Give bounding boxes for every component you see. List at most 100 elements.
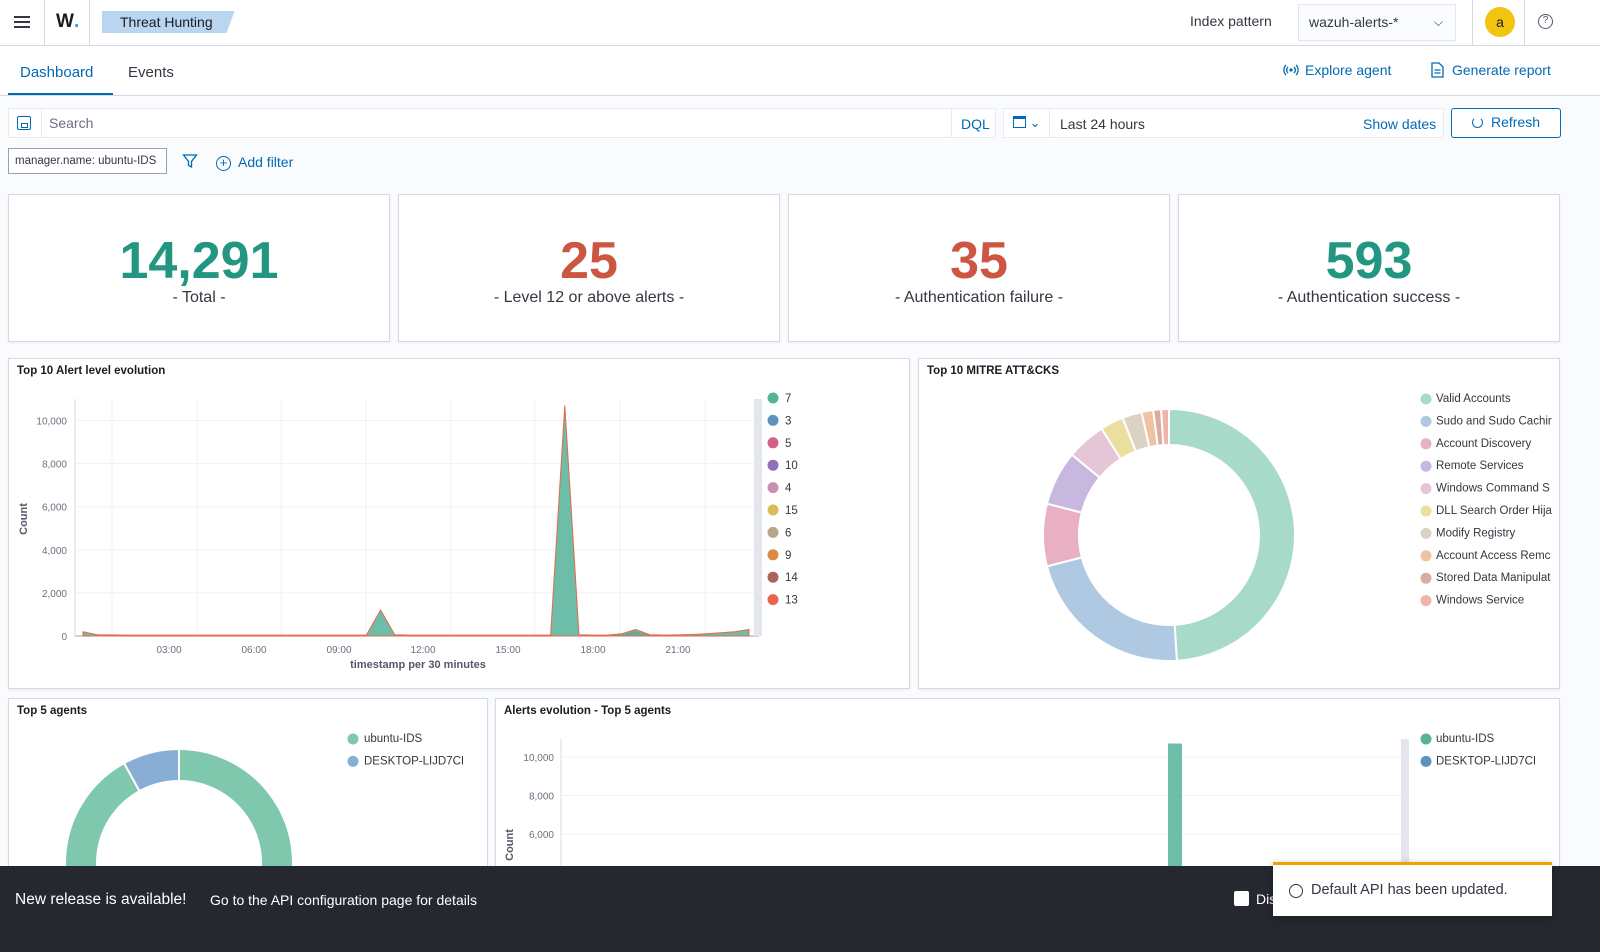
tabs-bar: Dashboard Events Explore agent Generate … xyxy=(0,46,1600,96)
show-dates-button[interactable]: Show dates xyxy=(1363,116,1436,132)
toast-notification[interactable]: Default API has been updated. xyxy=(1273,862,1552,916)
legend-swatch xyxy=(767,414,779,426)
plus-icon: + xyxy=(216,156,231,171)
legend-swatch xyxy=(767,571,779,583)
mitre-slice xyxy=(1042,502,1084,568)
active-tab-indicator xyxy=(8,93,113,95)
legend-label: DESKTOP-LIJD7CI xyxy=(1436,755,1536,767)
dismiss-checkbox[interactable] xyxy=(1234,891,1249,906)
quick-select-button[interactable]: ⌄ xyxy=(1004,109,1050,137)
mitre-panel: Top 10 MITRE ATT&CKS Valid Accounts Sudo … xyxy=(918,358,1560,689)
legend-label: ubuntu-IDS xyxy=(364,733,423,745)
scroll-track xyxy=(754,399,762,636)
search-input[interactable] xyxy=(49,109,949,137)
generate-report-button[interactable]: Generate report xyxy=(1431,62,1551,78)
metric-label: - Total - xyxy=(172,289,226,306)
legend-label: 5 xyxy=(785,438,791,450)
lifebuoy-icon xyxy=(1289,884,1303,898)
divider xyxy=(1472,0,1473,45)
filter-pill[interactable]: manager.name: ubuntu-IDS xyxy=(8,148,167,174)
legend-swatch xyxy=(1420,755,1432,767)
x-tick-label: 21:00 xyxy=(665,645,690,656)
x-tick-label: 12:00 xyxy=(410,645,435,656)
metric-total: 14,291 - Total - xyxy=(8,194,390,342)
legend-label: DLL Search Order Hija xyxy=(1436,505,1553,517)
metric-label: - Level 12 or above alerts - xyxy=(493,289,685,306)
legend-label: 9 xyxy=(785,550,791,562)
index-pattern-select[interactable]: wazuh-alerts-* ⌵ xyxy=(1298,4,1456,41)
query-bar: DQL xyxy=(8,108,996,138)
y-tick-label: 8,000 xyxy=(529,792,554,803)
x-tick-label: 09:00 xyxy=(326,645,351,656)
help-icon[interactable]: ? xyxy=(1538,14,1553,29)
query-language-button[interactable]: DQL xyxy=(961,116,990,132)
mitre-slice xyxy=(1168,407,1296,662)
divider xyxy=(1524,0,1525,45)
breadcrumb[interactable]: Threat Hunting xyxy=(102,11,235,33)
y-tick-label: 6,000 xyxy=(42,503,67,514)
alert-level-evolution-panel: Top 10 Alert level evolution 0 2,000 4,000… xyxy=(8,358,910,689)
menu-icon[interactable] xyxy=(12,13,32,33)
legend-swatch xyxy=(767,526,779,538)
y-axis-title: Count xyxy=(504,829,516,861)
mitre-donut-chart[interactable]: Valid Accounts Sudo and Sudo Cachir Accoun… xyxy=(919,359,1559,688)
legend-swatch xyxy=(1420,527,1432,539)
divider xyxy=(44,0,45,45)
refresh-button[interactable]: Refresh xyxy=(1451,108,1561,138)
legend-swatch xyxy=(767,392,779,404)
save-query-icon[interactable] xyxy=(17,116,31,130)
legend-label: Sudo and Sudo Cachir xyxy=(1436,415,1552,427)
tab-events[interactable]: Events xyxy=(128,64,174,81)
legend-label: Account Access Remc xyxy=(1436,550,1551,562)
explore-agent-button[interactable]: Explore agent xyxy=(1283,62,1391,78)
date-range-label[interactable]: Last 24 hours xyxy=(1060,116,1145,132)
release-title: New release is available! xyxy=(15,891,187,908)
metric-level12: 25 - Level 12 or above alerts - xyxy=(398,194,780,342)
x-tick-label: 15:00 xyxy=(495,645,520,656)
metric-auth-failure: 35 - Authentication failure - xyxy=(788,194,1170,342)
wazuh-logo[interactable]: W. xyxy=(56,11,79,33)
x-tick-label: 03:00 xyxy=(156,645,181,656)
chevron-down-icon: ⌵ xyxy=(1433,15,1443,29)
legend-swatch xyxy=(1420,550,1432,562)
legend-swatch xyxy=(767,594,779,606)
explore-agent-label: Explore agent xyxy=(1305,62,1392,78)
legend-label: Stored Data Manipulat xyxy=(1436,572,1551,584)
legend-swatch xyxy=(1420,572,1432,584)
legend-swatch xyxy=(1420,393,1432,405)
divider xyxy=(89,0,90,45)
legend-label: Remote Services xyxy=(1436,460,1524,472)
top-header: W. Threat Hunting Index pattern wazuh-al… xyxy=(0,0,1600,46)
refresh-label: Refresh xyxy=(1490,114,1541,130)
refresh-icon xyxy=(1471,117,1483,128)
tab-dashboard[interactable]: Dashboard xyxy=(20,64,93,81)
calendar-icon xyxy=(1013,116,1026,128)
alert-level-chart[interactable]: 0 2,000 4,000 6,000 8,000 10,000 03:00 06:00 09:… xyxy=(9,359,909,688)
legend-label: 3 xyxy=(785,415,791,427)
generate-report-label: Generate report xyxy=(1452,62,1551,78)
x-tick-label: 06:00 xyxy=(241,645,266,656)
metric-auth-success: 593 - Authentication success - xyxy=(1178,194,1560,342)
toast-text: Default API has been updated. xyxy=(1311,882,1508,898)
legend-label: Account Discovery xyxy=(1436,438,1531,450)
metric-label: - Authentication failure - xyxy=(894,289,1064,306)
y-tick-label: 10,000 xyxy=(523,753,554,764)
legend-swatch xyxy=(767,504,779,516)
broadcast-icon xyxy=(1283,64,1299,76)
legend-swatch xyxy=(1420,483,1432,495)
legend-label: ubuntu-IDS xyxy=(1436,733,1495,745)
legend-label: 10 xyxy=(785,460,798,472)
mitre-slice xyxy=(1160,407,1170,447)
add-filter-button[interactable]: + Add filter xyxy=(216,154,293,171)
legend-swatch xyxy=(1420,595,1432,607)
legend-swatch xyxy=(1420,460,1432,472)
avatar[interactable]: a xyxy=(1485,7,1515,37)
y-tick-label: 2,000 xyxy=(42,589,67,600)
y-tick-label: 10,000 xyxy=(36,417,67,428)
legend-swatch xyxy=(767,459,779,471)
filter-icon[interactable] xyxy=(182,153,198,169)
legend-swatch xyxy=(1420,733,1432,745)
y-tick-label: 4,000 xyxy=(42,546,67,557)
divider xyxy=(951,109,952,137)
legend-label: Modify Registry xyxy=(1436,527,1515,539)
